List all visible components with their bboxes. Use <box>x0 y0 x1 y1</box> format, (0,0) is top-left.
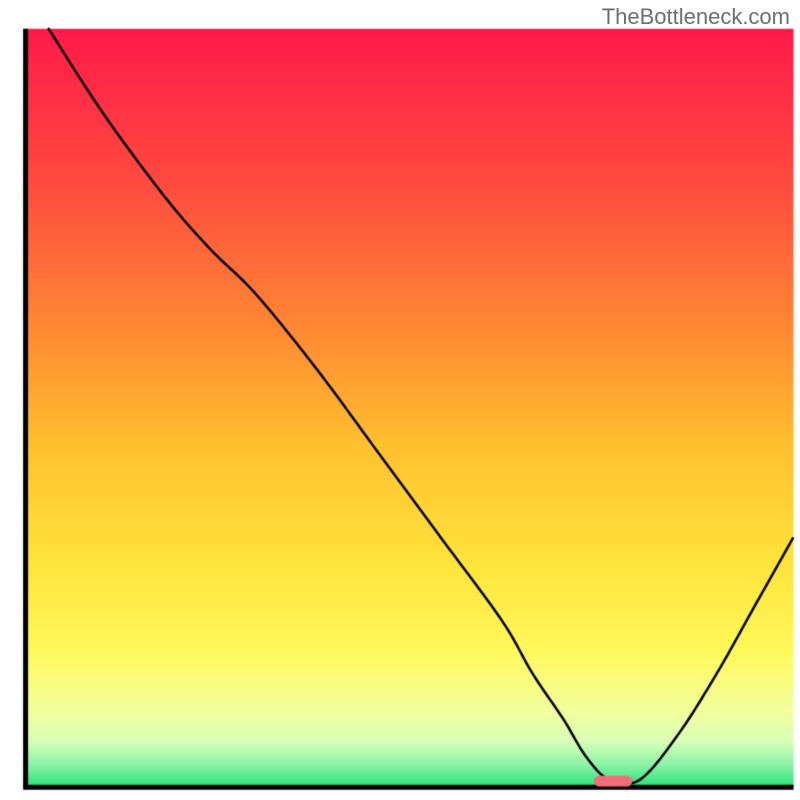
watermark-text: TheBottleneck.com <box>602 4 790 30</box>
chart-container: TheBottleneck.com <box>0 0 800 800</box>
bottleneck-curve-chart <box>0 0 800 800</box>
